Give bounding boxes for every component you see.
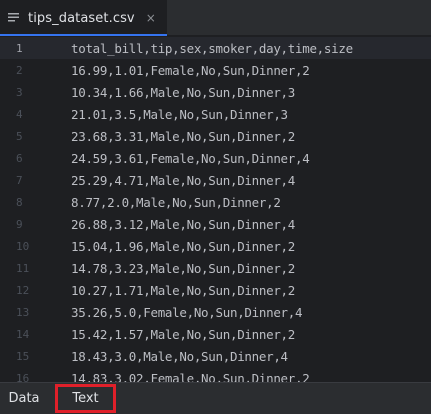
csv-text-editor[interactable]: 1 total_bill,tip,sex,smoker,day,time,size… [0,37,431,382]
editor-line[interactable]: 15 18.43,3.0,Male,No,Sun,Dinner,4 [0,345,431,367]
editor-line[interactable]: 14 15.42,1.57,Male,No,Sun,Dinner,2 [0,323,431,345]
editor-line[interactable]: 12 10.27,1.71,Male,No,Sun,Dinner,2 [0,279,431,301]
line-text: 21.01,3.5,Male,No,Sun,Dinner,3 [71,106,288,122]
editor-line[interactable]: 8 8.77,2.0,Male,No,Sun,Dinner,2 [0,191,431,213]
line-number: 3 [16,85,23,99]
line-text: 35.26,5.0,Female,No,Sun,Dinner,4 [71,304,303,320]
editor-line[interactable]: 5 23.68,3.31,Male,No,Sun,Dinner,2 [0,125,431,147]
line-number: 6 [16,151,23,165]
text-view-tab[interactable]: Text [55,384,116,413]
editor-line[interactable]: 3 10.34,1.66,Male,No,Sun,Dinner,3 [0,81,431,103]
file-tab-title: tips_dataset.csv [28,10,135,26]
data-view-tab[interactable]: Data [8,383,40,414]
line-number: 4 [16,107,23,121]
line-number: 10 [16,239,30,253]
line-text: 14.83,3.02,Female,No,Sun,Dinner,2 [71,370,310,383]
line-text: 24.59,3.61,Female,No,Sun,Dinner,4 [71,150,310,166]
editor-line[interactable]: 16 14.83,3.02,Female,No,Sun,Dinner,2 [0,367,431,383]
text-file-icon [8,12,20,24]
line-text: 15.04,1.96,Male,No,Sun,Dinner,2 [71,238,295,254]
line-number: 8 [16,195,23,209]
line-text: 26.88,3.12,Male,No,Sun,Dinner,4 [71,216,295,232]
editor-line[interactable]: 13 35.26,5.0,Female,No,Sun,Dinner,4 [0,301,431,323]
editor-line[interactable]: 9 26.88,3.12,Male,No,Sun,Dinner,4 [0,213,431,235]
line-number: 7 [16,173,23,187]
line-text: 16.99,1.01,Female,No,Sun,Dinner,2 [71,62,310,78]
editor-line[interactable]: 1 total_bill,tip,sex,smoker,day,time,size [0,37,431,59]
close-icon[interactable]: × [145,12,157,24]
editor-line[interactable]: 7 25.29,4.71,Male,No,Sun,Dinner,4 [0,169,431,191]
editor-tab-bar: tips_dataset.csv × [0,0,431,36]
file-tab[interactable]: tips_dataset.csv × [0,0,167,36]
editor-line[interactable]: 10 15.04,1.96,Male,No,Sun,Dinner,2 [0,235,431,257]
line-number: 15 [16,349,30,363]
line-number: 13 [16,305,30,319]
line-number: 1 [16,41,23,55]
editor-line[interactable]: 4 21.01,3.5,Male,No,Sun,Dinner,3 [0,103,431,125]
line-number: 2 [16,63,23,77]
line-number: 12 [16,283,30,297]
line-text: 23.68,3.31,Male,No,Sun,Dinner,2 [71,128,295,144]
editor-line[interactable]: 11 14.78,3.23,Male,No,Sun,Dinner,2 [0,257,431,279]
line-text: 25.29,4.71,Male,No,Sun,Dinner,4 [71,172,295,188]
editor-view-switcher: Data Text [0,382,431,414]
line-number: 5 [16,129,23,143]
editor-line[interactable]: 2 16.99,1.01,Female,No,Sun,Dinner,2 [0,59,431,81]
line-text: 15.42,1.57,Male,No,Sun,Dinner,2 [71,326,295,342]
line-text: 8.77,2.0,Male,No,Sun,Dinner,2 [71,194,281,210]
line-text: 10.27,1.71,Male,No,Sun,Dinner,2 [71,282,295,298]
line-text: 14.78,3.23,Male,No,Sun,Dinner,2 [71,260,295,276]
line-number: 11 [16,261,30,275]
line-number: 16 [16,371,30,383]
line-text: 10.34,1.66,Male,No,Sun,Dinner,3 [71,84,295,100]
line-number: 9 [16,217,23,231]
line-text: total_bill,tip,sex,smoker,day,time,size [71,40,353,56]
line-number: 14 [16,327,30,341]
line-text: 18.43,3.0,Male,No,Sun,Dinner,4 [71,348,288,364]
editor-line[interactable]: 6 24.59,3.61,Female,No,Sun,Dinner,4 [0,147,431,169]
